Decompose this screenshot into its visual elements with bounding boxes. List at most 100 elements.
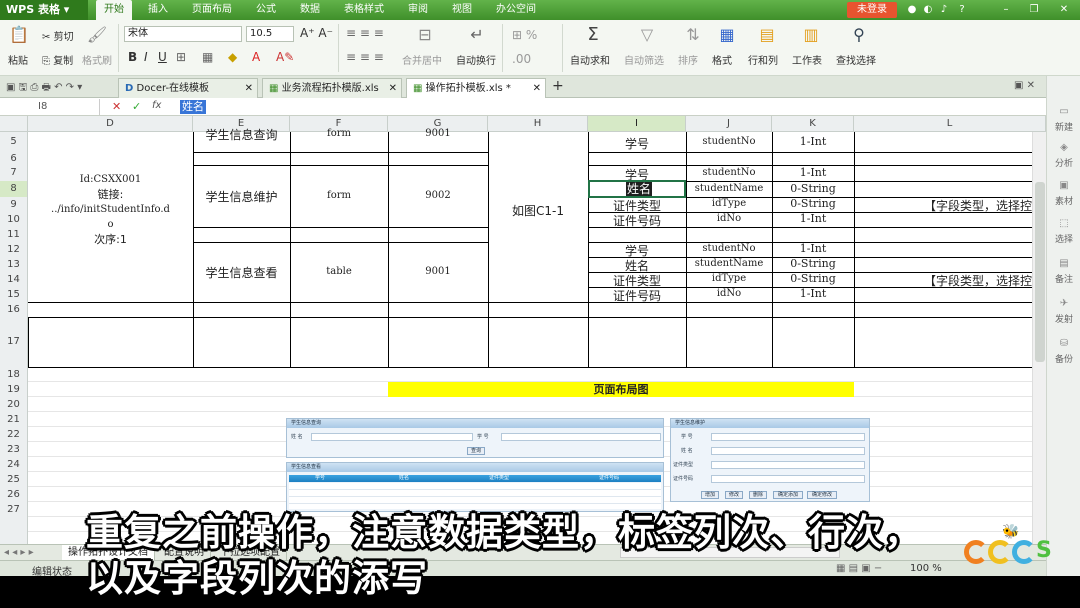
cell-k7[interactable]: 1-Int <box>772 166 854 179</box>
font-grow-icon[interactable]: A⁺ A⁻ <box>300 26 333 40</box>
cell-k15[interactable]: 1-Int <box>772 287 854 300</box>
login-button[interactable]: 未登录 <box>847 2 897 18</box>
row-header-14[interactable]: 14 <box>0 272 28 287</box>
cell-l9[interactable]: 【字段类型，选择控 <box>924 197 1032 214</box>
row-header-24[interactable]: 24 <box>0 457 28 472</box>
tab-close-icon[interactable]: ✕ <box>245 79 253 99</box>
menu-view[interactable]: 视图 <box>452 0 472 20</box>
cut-button[interactable]: ✂ 剪切 <box>42 28 74 43</box>
layout-diagram-title[interactable]: 页面布局图 <box>388 382 854 397</box>
autosum-button[interactable]: 自动求和 <box>570 52 610 67</box>
cell-j15[interactable]: idNo <box>686 288 772 299</box>
copy-button[interactable]: ⎘ 复制 <box>42 52 73 67</box>
cell-j10[interactable]: idNo <box>686 213 772 224</box>
cell-l14[interactable]: 【字段类型，选择控 <box>924 272 1032 289</box>
bold-icon[interactable]: B <box>128 50 137 64</box>
selected-cell-i8[interactable]: 姓名 <box>588 180 686 198</box>
format-icon[interactable]: ▦ <box>716 24 738 46</box>
autofilter-button[interactable]: 自动筛选 <box>624 52 664 67</box>
mockup-maintain-panel[interactable]: 学生信息维护 学 号 姓 名 证件类型 证件号码 增加 修改 删除 确定添加 确… <box>670 418 870 502</box>
cell-j5[interactable]: studentNo <box>686 136 772 147</box>
sort-icon[interactable]: ⇅ <box>682 24 704 46</box>
row-header-28[interactable] <box>0 517 28 544</box>
row-header-19[interactable]: 19 <box>0 382 28 397</box>
cell-i10[interactable]: 证件号码 <box>588 212 686 229</box>
panel-backup[interactable]: ⛁ 备份 <box>1047 338 1080 365</box>
menu-office-space[interactable]: 办公空间 <box>496 0 536 20</box>
row-header-8[interactable]: 8 <box>0 181 28 197</box>
format-painter-icon[interactable]: 🖌 <box>86 24 108 46</box>
panel-assets[interactable]: ▣ 素材 <box>1047 180 1080 207</box>
close-icon[interactable]: ✕ <box>1058 4 1070 16</box>
tab-business-flow[interactable]: ▦ 业务流程拓扑模版.xls ✕ <box>262 78 402 98</box>
cell-reference-box[interactable]: I8 <box>0 99 100 115</box>
cell-k10[interactable]: 1-Int <box>772 212 854 225</box>
cell-k9[interactable]: 0-String <box>772 197 854 210</box>
column-header-l[interactable]: L <box>854 116 1046 132</box>
cell-j7[interactable]: studentNo <box>686 167 772 178</box>
scrollbar-thumb[interactable] <box>1035 182 1045 362</box>
row-header-26[interactable]: 26 <box>0 487 28 502</box>
cell-j12[interactable]: studentNo <box>686 243 772 254</box>
sheet-nav-icons[interactable]: ◂ ◂ ▸ ▸ <box>4 547 34 558</box>
wrap-icon[interactable]: ↵ <box>466 24 488 46</box>
row-header-12[interactable]: 12 <box>0 242 28 257</box>
menu-page-layout[interactable]: 页面布局 <box>192 0 232 20</box>
font-color-icon[interactable]: A <box>252 50 260 64</box>
tab-operation-topology[interactable]: ▦ 操作拓扑模板.xls * ✕ <box>406 78 546 98</box>
cell-k13[interactable]: 0-String <box>772 257 854 270</box>
menu-table-style[interactable]: 表格样式 <box>344 0 384 20</box>
border-icon[interactable]: ⊞ <box>176 50 186 64</box>
cell-j8[interactable]: studentName <box>686 183 772 194</box>
cell-border-icon[interactable]: ▦ <box>202 50 213 64</box>
row-col-button[interactable]: 行和列 <box>748 52 778 67</box>
menu-data[interactable]: 数据 <box>300 0 320 20</box>
cell-k14[interactable]: 0-String <box>772 272 854 285</box>
spreadsheet-grid[interactable]: D E F G H I J K L 5 6 7 8 9 10 11 12 13 … <box>0 116 1046 544</box>
format-painter-button[interactable]: 格式刷 <box>82 52 112 67</box>
function-icon[interactable]: fx <box>152 100 161 111</box>
cell-j13[interactable]: studentName <box>686 258 772 269</box>
row-header-15[interactable]: 15 <box>0 287 28 302</box>
row-header-17[interactable]: 17 <box>0 317 28 367</box>
row-header-27[interactable]: 27 <box>0 502 28 517</box>
worksheet-button[interactable]: 工作表 <box>792 52 822 67</box>
worksheet-icon[interactable]: ▥ <box>800 24 822 46</box>
row-header-21[interactable]: 21 <box>0 412 28 427</box>
cell-k8[interactable]: 0-String <box>772 182 854 195</box>
vertical-scrollbar[interactable] <box>1032 132 1046 544</box>
formula-input[interactable]: 姓名 <box>180 100 206 114</box>
column-header-i[interactable]: I <box>588 116 686 132</box>
filter-icon[interactable]: ▽ <box>636 24 658 46</box>
merge-center-button[interactable]: 合并居中 <box>402 52 442 67</box>
cancel-icon[interactable]: ✕ <box>112 100 121 113</box>
row-header-20[interactable]: 20 <box>0 397 28 412</box>
row-header-11[interactable]: 11 <box>0 227 28 242</box>
paste-button[interactable]: 粘贴 <box>8 52 28 67</box>
cell-e-query[interactable]: 学生信息查询 <box>193 126 290 143</box>
cell-f-query[interactable]: form <box>290 128 388 139</box>
minimize-icon[interactable]: – <box>1000 4 1012 16</box>
cell-i15[interactable]: 证件号码 <box>588 287 686 304</box>
row-header-23[interactable]: 23 <box>0 442 28 457</box>
column-header-h[interactable]: H <box>488 116 588 132</box>
row-header-9[interactable]: 9 <box>0 197 28 212</box>
row-header-7[interactable]: 7 <box>0 165 28 181</box>
paste-icon[interactable]: 📋 <box>8 24 30 46</box>
wrap-text-button[interactable]: 自动换行 <box>456 52 496 67</box>
cell-k12[interactable]: 1-Int <box>772 242 854 255</box>
panel-analyze[interactable]: ◈ 分析 <box>1047 142 1080 169</box>
font-name-select[interactable]: 宋体 <box>124 26 242 42</box>
row-header-10[interactable]: 10 <box>0 212 28 227</box>
row-header-22[interactable]: 22 <box>0 427 28 442</box>
cell-j14[interactable]: idType <box>686 273 772 284</box>
panel-select[interactable]: ⬚ 选择 <box>1047 218 1080 245</box>
cell-g-maintain[interactable]: 9002 <box>388 190 488 201</box>
sort-button[interactable]: 排序 <box>678 52 698 67</box>
zoom-level[interactable]: 100 % <box>910 563 942 574</box>
cell-f-maintain[interactable]: form <box>290 190 388 201</box>
column-header-d[interactable]: D <box>28 116 193 132</box>
confirm-icon[interactable]: ✓ <box>132 100 141 113</box>
skin-icon[interactable]: ● <box>906 4 918 16</box>
panel-new[interactable]: ▭ 新建 <box>1047 106 1080 133</box>
